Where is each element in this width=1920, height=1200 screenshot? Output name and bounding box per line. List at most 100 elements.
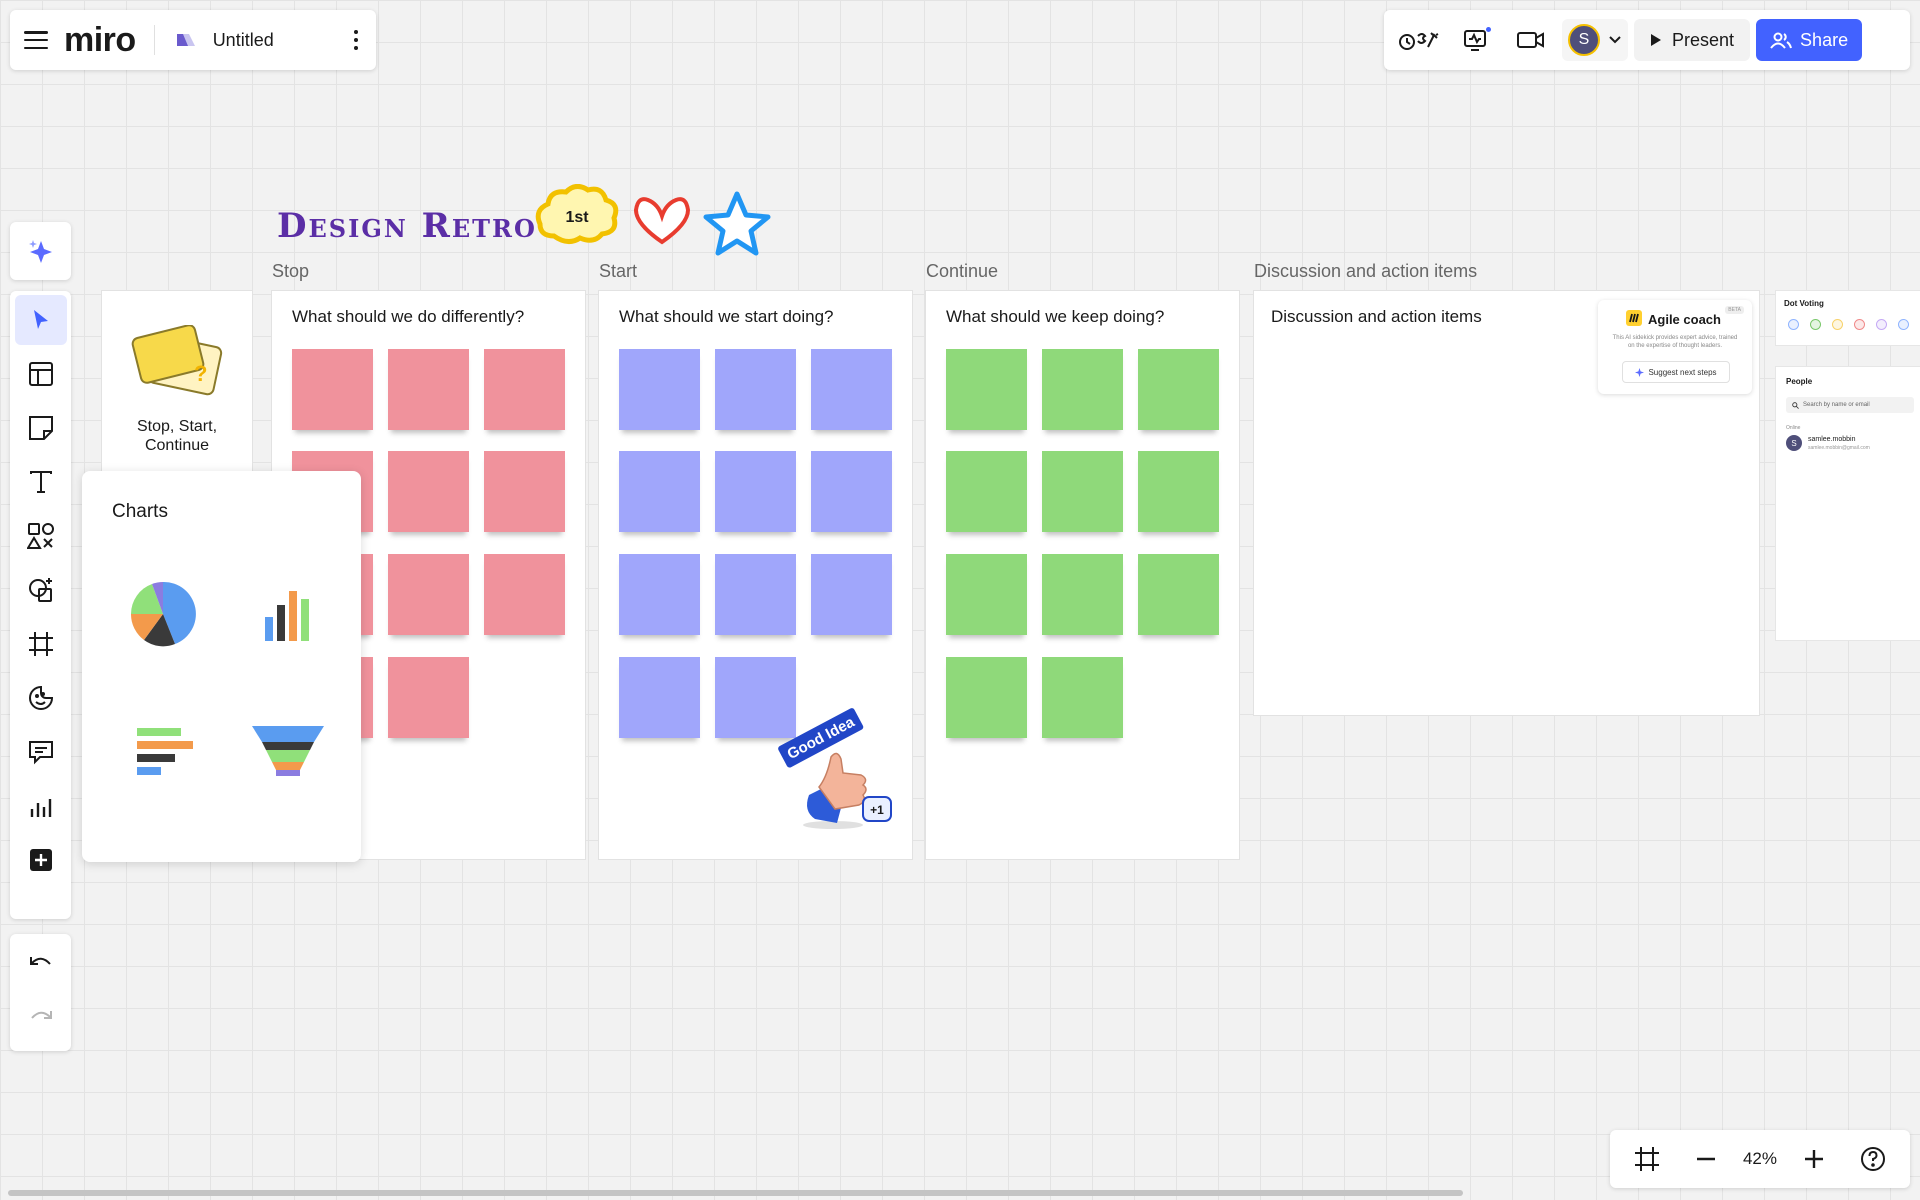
people-title: People bbox=[1786, 377, 1813, 386]
zoom-level[interactable]: 42% bbox=[1743, 1149, 1777, 1169]
sticky-note[interactable] bbox=[811, 554, 892, 635]
ai-sparkle-icon[interactable] bbox=[15, 226, 67, 276]
svg-text:?: ? bbox=[194, 361, 207, 386]
frame-icon[interactable] bbox=[15, 619, 67, 669]
horizontal-scrollbar[interactable] bbox=[8, 1190, 1463, 1196]
undo-icon[interactable] bbox=[15, 938, 67, 988]
sticky-note[interactable] bbox=[946, 657, 1027, 738]
divider bbox=[153, 25, 155, 55]
sticky-note[interactable] bbox=[1042, 554, 1123, 635]
text-icon[interactable] bbox=[15, 457, 67, 507]
sticky-note[interactable] bbox=[619, 554, 700, 635]
shapes-icon[interactable] bbox=[15, 511, 67, 561]
template-card[interactable]: ? Stop, Start, Continue bbox=[102, 291, 252, 481]
frame-label-start[interactable]: Start bbox=[599, 261, 637, 282]
suggest-next-steps-button[interactable]: Suggest next steps bbox=[1622, 361, 1730, 383]
sticky-note[interactable] bbox=[1138, 451, 1219, 532]
first-place-sticker[interactable]: 1st bbox=[534, 184, 620, 248]
vote-dot[interactable] bbox=[1854, 319, 1865, 330]
vote-dot[interactable] bbox=[1898, 319, 1909, 330]
sticky-note[interactable] bbox=[619, 657, 700, 738]
sticky-note[interactable] bbox=[811, 349, 892, 430]
sticky-note[interactable] bbox=[388, 349, 469, 430]
people-search-input[interactable]: Search by name or email bbox=[1786, 397, 1914, 413]
sticky-note[interactable] bbox=[946, 349, 1027, 430]
redo-icon[interactable] bbox=[15, 992, 67, 1042]
select-tool-icon[interactable] bbox=[14, 295, 67, 345]
sticky-note[interactable] bbox=[388, 657, 469, 738]
users-icon bbox=[1770, 32, 1793, 49]
sparkle-icon bbox=[1635, 367, 1645, 377]
sticky-note[interactable] bbox=[1138, 554, 1219, 635]
dot-voting-title: Dot Voting bbox=[1784, 299, 1824, 308]
collaborators-dropdown[interactable]: S bbox=[1562, 19, 1628, 61]
people-card[interactable]: People Search by name or email Online S … bbox=[1776, 367, 1920, 640]
sticky-note[interactable] bbox=[484, 451, 565, 532]
sticky-note[interactable] bbox=[388, 554, 469, 635]
frame-label-continue[interactable]: Continue bbox=[926, 261, 998, 282]
emoji-sticker-icon[interactable] bbox=[15, 673, 67, 723]
sticky-note[interactable] bbox=[715, 451, 796, 532]
funnel-chart-icon[interactable] bbox=[243, 708, 333, 798]
good-idea-sticker[interactable]: Good Idea +1 bbox=[775, 701, 895, 831]
sticky-note[interactable] bbox=[619, 451, 700, 532]
frame-start[interactable]: What should we start doing? Good Idea +1 bbox=[599, 291, 912, 859]
reactions-icon[interactable] bbox=[1394, 19, 1444, 61]
main-menu-icon[interactable] bbox=[24, 31, 48, 49]
user-avatar: S bbox=[1786, 435, 1802, 451]
agile-coach-description: This AI sidekick provides expert advice,… bbox=[1612, 335, 1738, 350]
zoom-in-icon[interactable] bbox=[1793, 1138, 1835, 1180]
sticky-note[interactable] bbox=[484, 349, 565, 430]
dot-voting-card[interactable]: Dot Voting bbox=[1776, 291, 1920, 345]
board-icon bbox=[176, 34, 195, 46]
agile-coach-card[interactable]: Agile coach BETA This AI sidekick provid… bbox=[1598, 300, 1752, 394]
templates-icon[interactable] bbox=[15, 349, 67, 399]
more-tools-icon[interactable] bbox=[15, 835, 67, 885]
tools-toolbar bbox=[10, 291, 71, 919]
sticky-note[interactable] bbox=[811, 451, 892, 532]
activity-icon[interactable] bbox=[1450, 19, 1500, 61]
fit-to-screen-icon[interactable] bbox=[1626, 1138, 1668, 1180]
history-toolbar bbox=[10, 934, 71, 1051]
sticky-note[interactable] bbox=[619, 349, 700, 430]
sticky-note[interactable] bbox=[946, 451, 1027, 532]
present-button[interactable]: Present bbox=[1634, 19, 1751, 61]
sticky-note[interactable] bbox=[715, 554, 796, 635]
sticky-note[interactable] bbox=[715, 349, 796, 430]
bar-chart-icon[interactable] bbox=[243, 569, 333, 659]
frame-continue[interactable]: What should we keep doing? bbox=[926, 291, 1239, 859]
more-options-icon[interactable] bbox=[350, 26, 362, 54]
zoom-out-icon[interactable] bbox=[1685, 1138, 1727, 1180]
charts-icon[interactable] bbox=[15, 781, 67, 831]
heart-sticker[interactable] bbox=[632, 194, 692, 246]
video-call-icon[interactable] bbox=[1506, 19, 1556, 61]
star-sticker[interactable] bbox=[702, 190, 772, 258]
sticky-note[interactable] bbox=[1042, 349, 1123, 430]
sticky-note[interactable] bbox=[388, 451, 469, 532]
vote-dots bbox=[1788, 319, 1909, 330]
charts-panel: Charts bbox=[82, 471, 361, 862]
frame-question: What should we keep doing? bbox=[946, 307, 1165, 326]
sticky-note-icon[interactable] bbox=[15, 403, 67, 453]
frame-label-stop[interactable]: Stop bbox=[272, 261, 309, 282]
sticky-note[interactable] bbox=[946, 554, 1027, 635]
add-shape-icon[interactable] bbox=[15, 565, 67, 615]
sticky-note[interactable] bbox=[1042, 451, 1123, 532]
share-button[interactable]: Share bbox=[1756, 19, 1863, 61]
board-title[interactable]: Untitled bbox=[213, 30, 274, 51]
sticky-note[interactable] bbox=[1138, 349, 1219, 430]
vote-dot[interactable] bbox=[1876, 319, 1887, 330]
vote-dot[interactable] bbox=[1788, 319, 1799, 330]
horizontal-bar-chart-icon[interactable] bbox=[118, 708, 208, 798]
comment-icon[interactable] bbox=[15, 727, 67, 777]
miro-logo[interactable]: miro bbox=[64, 23, 136, 57]
sticky-note[interactable] bbox=[1042, 657, 1123, 738]
board-heading[interactable]: Design Retro bbox=[277, 206, 537, 246]
sticky-note[interactable] bbox=[292, 349, 373, 430]
sticky-note[interactable] bbox=[484, 554, 565, 635]
frame-label-discussion[interactable]: Discussion and action items bbox=[1254, 261, 1477, 282]
pie-chart-icon[interactable] bbox=[118, 569, 208, 659]
vote-dot[interactable] bbox=[1810, 319, 1821, 330]
vote-dot[interactable] bbox=[1832, 319, 1843, 330]
help-icon[interactable] bbox=[1852, 1138, 1894, 1180]
